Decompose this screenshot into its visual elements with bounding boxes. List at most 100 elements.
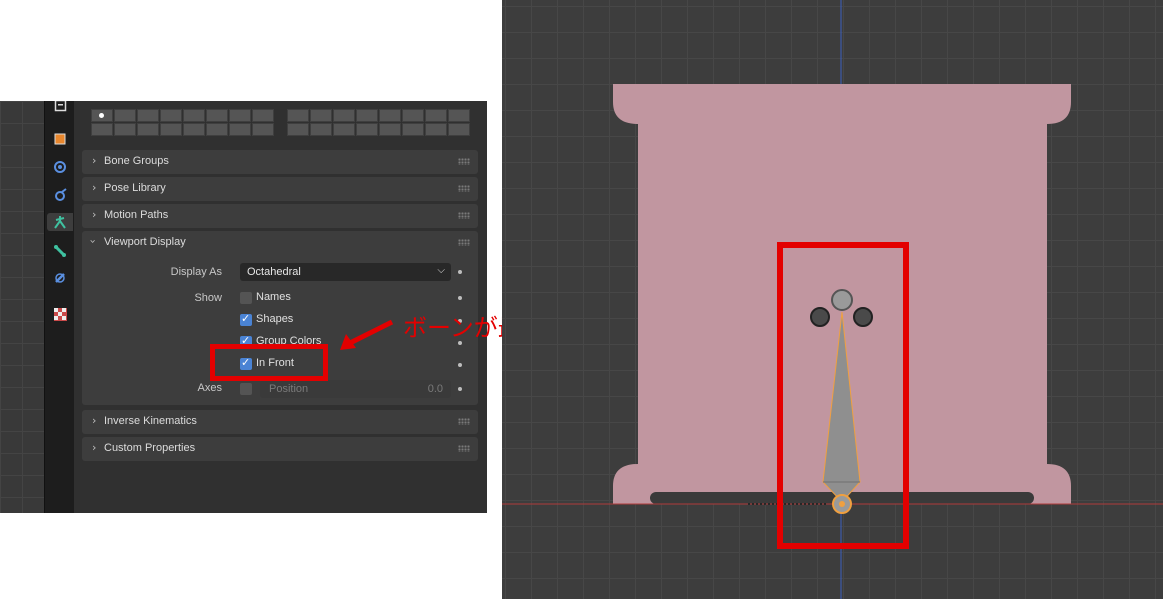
- drag-grip-icon[interactable]: [458, 212, 470, 219]
- panel-title: Inverse Kinematics: [104, 415, 197, 427]
- bone-layer-cell[interactable]: [356, 109, 378, 122]
- viewport-scene: [502, 0, 1163, 599]
- annotation-arrow-icon: [340, 319, 394, 350]
- bone-layer-cell[interactable]: [137, 109, 159, 122]
- drag-grip-icon[interactable]: [458, 185, 470, 192]
- chevron-right-icon: ›: [92, 181, 97, 194]
- position-label: Position: [269, 383, 309, 395]
- bone-layer-cell[interactable]: [425, 123, 447, 136]
- physics-icon: [55, 188, 67, 201]
- active-layer-dot-icon: [99, 113, 104, 118]
- drag-grip-icon[interactable]: [458, 158, 470, 165]
- panel-custom-properties[interactable]: › Custom Properties: [82, 437, 478, 461]
- bone-icon: [54, 245, 66, 257]
- axes-label: Axes: [197, 382, 222, 394]
- chevron-down-icon: ›: [86, 239, 100, 244]
- drag-grip-icon[interactable]: [458, 418, 470, 425]
- in-front-highlight-box: [210, 344, 328, 381]
- bone-constraint-tab[interactable]: [51, 269, 69, 287]
- panel-inverse-kinematics[interactable]: › Inverse Kinematics: [82, 410, 478, 434]
- bone-layer-cell[interactable]: [252, 109, 274, 122]
- display-as-dropdown[interactable]: Octahedral ⌵: [240, 263, 451, 281]
- texture-icon: [53, 307, 67, 321]
- properties-content: › Bone Groups › Pose Library › Motion Pa…: [74, 101, 487, 513]
- names-label: Names: [256, 291, 291, 303]
- bone-layer-cell[interactable]: [114, 109, 136, 122]
- names-checkbox[interactable]: [240, 292, 252, 304]
- armature-icon: [54, 216, 66, 229]
- keyframe-dot-icon[interactable]: [458, 270, 462, 274]
- bone-layer-cell[interactable]: [333, 123, 355, 136]
- chevron-right-icon: ›: [92, 154, 97, 167]
- bone-layer-cell[interactable]: [287, 123, 309, 136]
- panel-title: Pose Library: [104, 182, 166, 194]
- panel-bone-groups[interactable]: › Bone Groups: [82, 150, 478, 174]
- bone-layer-cell[interactable]: [229, 123, 251, 136]
- bone-layer-cell[interactable]: [425, 109, 447, 122]
- bone-layer-cell[interactable]: [206, 109, 228, 122]
- drag-grip-icon[interactable]: [458, 239, 470, 246]
- bone-layer-cell[interactable]: [356, 123, 378, 136]
- shapes-label: Shapes: [256, 313, 294, 325]
- panel-title: Custom Properties: [104, 442, 196, 454]
- modifier-icon: [54, 161, 66, 173]
- modifier-tab[interactable]: [51, 158, 69, 176]
- panel-title: Motion Paths: [104, 209, 169, 221]
- bone-layer-cell[interactable]: [310, 123, 332, 136]
- bone-layers-left[interactable]: [91, 109, 274, 139]
- bone-tail-sphere: [831, 289, 853, 311]
- chevron-right-icon: ›: [92, 208, 97, 221]
- panel-pose-library[interactable]: › Pose Library: [82, 177, 478, 201]
- drag-grip-icon[interactable]: [458, 445, 470, 452]
- bone-layer-cell[interactable]: [402, 109, 424, 122]
- bone-layer-cell[interactable]: [287, 109, 309, 122]
- viewport-strip: [0, 101, 44, 513]
- chevron-right-icon: ›: [92, 441, 97, 454]
- bone-layer-cell[interactable]: [114, 123, 136, 136]
- bone-layer-cell[interactable]: [183, 109, 205, 122]
- bone-layers-right[interactable]: [287, 109, 470, 139]
- tool-icon: [54, 101, 66, 111]
- keyframe-dot-icon[interactable]: [458, 296, 462, 300]
- physics-tab[interactable]: [51, 186, 69, 204]
- bone-layer-cell[interactable]: [448, 123, 470, 136]
- chevron-down-icon: ⌵: [437, 265, 445, 276]
- keyframe-dot-icon[interactable]: [458, 387, 462, 391]
- bone-layer-cell[interactable]: [379, 123, 401, 136]
- object-icon: [54, 133, 66, 145]
- bone-layer-cell[interactable]: [160, 123, 182, 136]
- shapes-checkbox[interactable]: [240, 312, 252, 326]
- tool-tab[interactable]: [51, 101, 69, 114]
- properties-tab-bar: [44, 101, 75, 513]
- keyframe-dot-icon[interactable]: [458, 363, 462, 367]
- bone-layer-cell[interactable]: [183, 123, 205, 136]
- show-label: Show: [194, 292, 222, 304]
- bone-layer-cell[interactable]: [91, 123, 113, 136]
- armature-tab[interactable]: [47, 213, 73, 231]
- origin-dot: [839, 501, 845, 507]
- bone-layer-cell[interactable]: [252, 123, 274, 136]
- bone-layer-cell[interactable]: [333, 109, 355, 122]
- bone-constraint-icon: [55, 273, 65, 283]
- panel-motion-paths[interactable]: › Motion Paths: [82, 204, 478, 228]
- properties-editor: › Bone Groups › Pose Library › Motion Pa…: [0, 101, 487, 513]
- panel-viewport-display[interactable]: › Viewport Display: [82, 231, 478, 255]
- bone-tab[interactable]: [51, 242, 69, 260]
- bone-layer-cell[interactable]: [379, 109, 401, 122]
- bone-layer-cell[interactable]: [160, 109, 182, 122]
- bone-layer-cell[interactable]: [310, 109, 332, 122]
- bone-layer-cell[interactable]: [402, 123, 424, 136]
- axes-position-field[interactable]: Position 0.0: [260, 380, 451, 398]
- bone-layer-cell[interactable]: [91, 109, 113, 122]
- chevron-right-icon: ›: [92, 414, 97, 427]
- bone-layer-cell[interactable]: [137, 123, 159, 136]
- texture-tab[interactable]: [51, 305, 69, 323]
- display-as-value: Octahedral: [247, 266, 301, 278]
- bone-layer-cell[interactable]: [229, 109, 251, 122]
- bone-layer-cell[interactable]: [448, 109, 470, 122]
- object-tab[interactable]: [51, 130, 69, 148]
- position-value: 0.0: [427, 383, 443, 395]
- 3d-viewport[interactable]: [502, 0, 1163, 599]
- bone-layer-cell[interactable]: [206, 123, 228, 136]
- axes-checkbox[interactable]: [240, 383, 252, 395]
